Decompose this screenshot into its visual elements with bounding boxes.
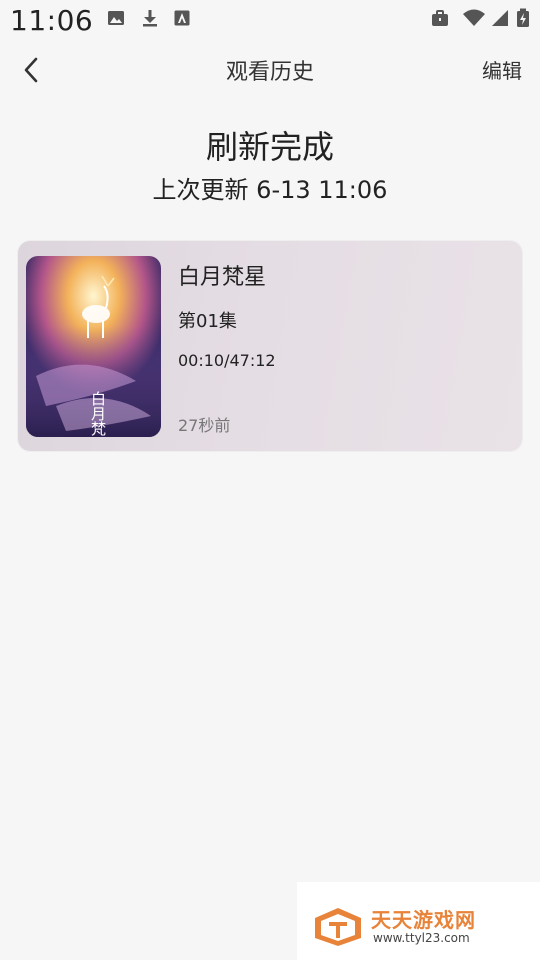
watermark-name: 天天游戏网 bbox=[371, 908, 476, 932]
poster-image: 白月梵星 bbox=[26, 256, 161, 437]
history-item[interactable]: 白月梵星 白月梵星 第01集 00:10/47:12 27秒前 bbox=[18, 241, 522, 451]
watermark: 天天游戏网 www.ttyl23.com bbox=[297, 882, 540, 960]
watch-progress: 00:10/47:12 bbox=[178, 351, 276, 370]
last-update-text: 上次更新 6-13 11:06 bbox=[152, 176, 388, 204]
show-title: 白月梵星 bbox=[178, 265, 267, 290]
watched-time-ago: 27秒前 bbox=[178, 416, 231, 435]
signal-icon bbox=[492, 10, 508, 26]
watermark-url: www.ttyl23.com bbox=[373, 931, 470, 945]
watermark-logo-icon bbox=[315, 908, 361, 946]
screen: 11:06 观看历史 编辑 刷新完成 上次更新 6-13 11:06 白月梵星 … bbox=[0, 0, 540, 960]
download-icon bbox=[143, 10, 157, 27]
briefcase-icon bbox=[432, 10, 448, 26]
status-time: 11:06 bbox=[10, 4, 94, 37]
episode-label: 第01集 bbox=[178, 311, 237, 332]
battery-icon bbox=[517, 8, 529, 27]
store-icon bbox=[174, 10, 190, 26]
title-bar: 观看历史 编辑 bbox=[0, 42, 540, 98]
poster-title-text: 白月梵星 bbox=[89, 391, 107, 437]
page-title: 观看历史 bbox=[225, 60, 314, 85]
image-icon bbox=[108, 11, 124, 25]
refresh-status-title: 刷新完成 bbox=[205, 128, 334, 166]
wifi-icon bbox=[463, 9, 485, 26]
poster-thumbnail[interactable]: 白月梵星 bbox=[26, 256, 161, 437]
edit-button[interactable]: 编辑 bbox=[482, 55, 522, 84]
status-bar: 11:06 bbox=[0, 0, 540, 40]
